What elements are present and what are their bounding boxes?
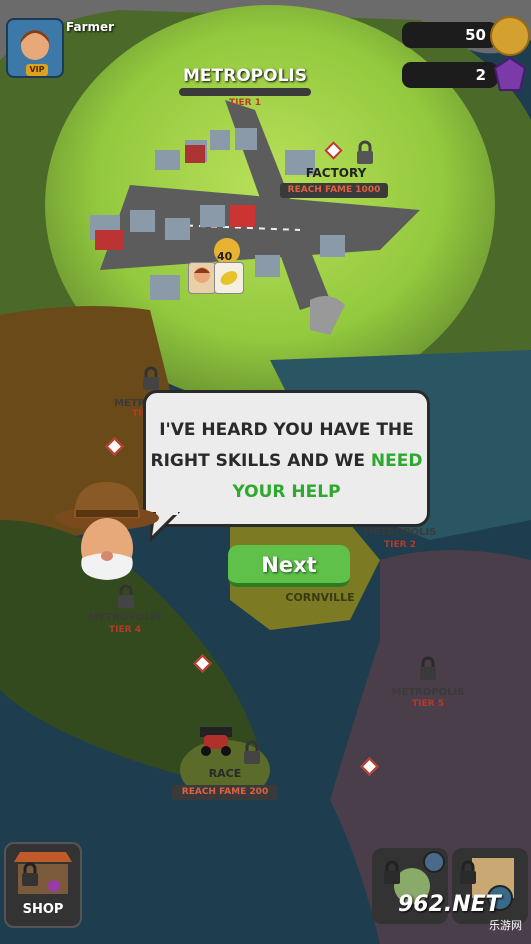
city-name: METROPOLIS	[183, 66, 307, 86]
metropolis-tier5-tier: TIER 5	[412, 699, 444, 709]
lock-icon	[20, 862, 40, 892]
metropolis-tier4-tier: TIER 4	[109, 625, 141, 635]
metropolis-tier5-name: METROPOLIS	[391, 687, 465, 698]
dialog-line-1: I'VE HEARD YOU HAVE THE	[159, 420, 414, 440]
race-requirement: REACH FAME 200	[172, 785, 278, 800]
lock-icon	[244, 740, 260, 764]
race-name: RACE	[208, 767, 242, 780]
metropolis-tier4-name: METROPOLIS	[88, 612, 162, 623]
city-tier: TIER 1	[229, 98, 261, 108]
gems-counter[interactable]: 2	[402, 62, 498, 88]
lock-icon	[143, 366, 159, 390]
player-name: Farmer	[66, 20, 115, 34]
avatar-icon[interactable]	[188, 262, 216, 294]
gem-icon	[493, 56, 527, 91]
gems-value: 2	[475, 66, 486, 84]
metropolis-tier2-name: METROPOLIS	[363, 527, 437, 538]
metropolis-tier2-tier: TIER 2	[384, 540, 416, 550]
shop-stall-icon	[14, 852, 72, 894]
coins-counter[interactable]: 50	[402, 22, 498, 48]
player-avatar-button[interactable]: VIP	[6, 18, 64, 78]
lock-icon	[357, 140, 373, 164]
shop-label: SHOP	[22, 902, 64, 917]
farmer-character	[55, 482, 159, 580]
dialog-line-2: RIGHT SKILLS AND WE NEED	[150, 451, 423, 471]
dialog-line-3: YOUR HELP	[232, 482, 341, 502]
factory-requirement: REACH FAME 1000	[280, 183, 388, 198]
city-bar	[179, 88, 311, 96]
factory-name: FACTORY	[305, 166, 367, 180]
lemon-icon[interactable]	[214, 262, 244, 294]
watermark: 962.NET 乐游网	[398, 892, 528, 940]
next-button[interactable]: Next	[228, 545, 350, 587]
cornville-name: CORNVILLE	[285, 591, 355, 604]
lock-icon	[382, 860, 402, 890]
lock-icon	[458, 860, 478, 890]
vip-badge: VIP	[26, 64, 48, 76]
dialog-bubble: I'VE HEARD YOU HAVE THE RIGHT SKILLS AND…	[143, 390, 430, 527]
watermark-sub: 乐游网	[489, 919, 522, 932]
lock-icon	[420, 656, 436, 680]
coin-icon	[490, 16, 530, 56]
metropolis-main-label[interactable]: METROPOLIS TIER 1	[170, 66, 320, 108]
watermark-brand: 962.NET	[398, 892, 501, 917]
coins-value: 50	[465, 26, 486, 44]
race-car-icon	[200, 727, 232, 756]
shop-button[interactable]: SHOP	[4, 842, 82, 928]
